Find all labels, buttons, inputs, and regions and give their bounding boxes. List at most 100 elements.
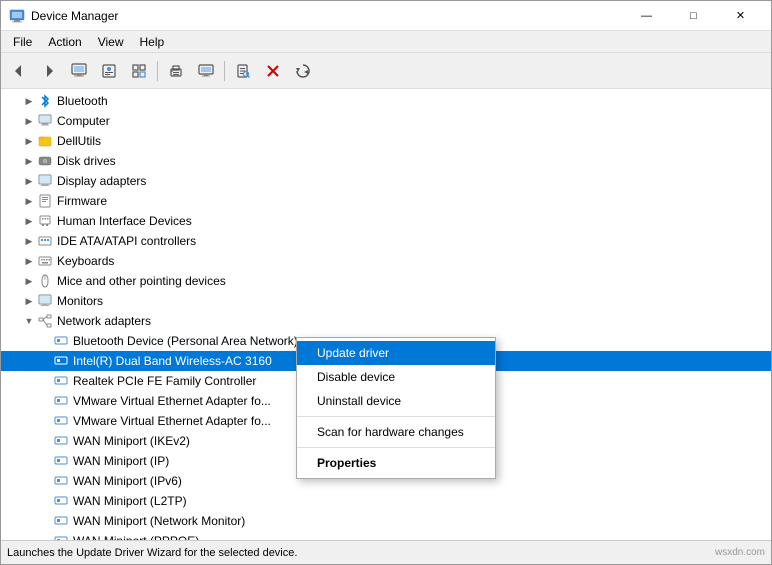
status-bar: Launches the Update Driver Wizard for th… (1, 540, 771, 564)
status-right: wsxdn.com (715, 547, 765, 558)
minimize-button[interactable]: — (624, 5, 669, 27)
ide-label: IDE ATA/ATAPI controllers (57, 234, 196, 248)
keyboards-label: Keyboards (57, 254, 114, 268)
computer-label: Computer (57, 114, 110, 128)
update-button[interactable] (289, 57, 317, 85)
expand-ide[interactable]: ▶ (21, 233, 37, 249)
toolbar (1, 53, 771, 89)
tree-item-wan-netmon[interactable]: ▶ WAN Miniport (Network Monitor) (1, 511, 771, 531)
menu-action[interactable]: Action (40, 33, 89, 51)
ctx-sep-1 (297, 416, 495, 417)
computer-icon (37, 113, 53, 129)
wan-ip-label: WAN Miniport (IP) (73, 454, 169, 468)
tree-item-firmware[interactable]: ▶ Firmware (1, 191, 771, 211)
wan-l2tp-label: WAN Miniport (L2TP) (73, 494, 187, 508)
tree-item-disk-drives[interactable]: ▶ Disk drives (1, 151, 771, 171)
wan-netmon-label: WAN Miniport (Network Monitor) (73, 514, 245, 528)
expand-hid[interactable]: ▶ (21, 213, 37, 229)
ctx-update-driver[interactable]: Update driver (297, 341, 495, 365)
bluetooth-icon (37, 93, 53, 109)
back-button[interactable] (5, 57, 33, 85)
properties-button[interactable] (95, 57, 123, 85)
remove-device-button[interactable] (259, 57, 287, 85)
tree-item-hid[interactable]: ▶ Human Interface Devices (1, 211, 771, 231)
vmware-eth2-icon (53, 413, 69, 429)
tree-item-ide[interactable]: ▶ IDE ATA/ATAPI controllers (1, 231, 771, 251)
expand-disk-drives[interactable]: ▶ (21, 153, 37, 169)
tree-item-wan-l2tp[interactable]: ▶ WAN Miniport (L2TP) (1, 491, 771, 511)
expand-monitors[interactable]: ▶ (21, 293, 37, 309)
hid-icon (37, 213, 53, 229)
realtek-icon (53, 373, 69, 389)
expand-display-adapters[interactable]: ▶ (21, 173, 37, 189)
ctx-sep-2 (297, 447, 495, 448)
expand-dellutils[interactable]: ▶ (21, 133, 37, 149)
dellutils-icon (37, 133, 53, 149)
vmware-eth2-label: VMware Virtual Ethernet Adapter fo... (73, 414, 271, 428)
forward-button[interactable] (35, 57, 63, 85)
monitor-button[interactable] (192, 57, 220, 85)
menu-help[interactable]: Help (132, 33, 173, 51)
monitors-label: Monitors (57, 294, 103, 308)
display-adapters-label: Display adapters (57, 174, 146, 188)
toolbar-sep-1 (157, 61, 158, 81)
ctx-disable-device[interactable]: Disable device (297, 365, 495, 389)
title-controls: — □ ✕ (624, 5, 763, 27)
menu-file[interactable]: File (5, 33, 40, 51)
vmware-eth1-icon (53, 393, 69, 409)
vmware-eth1-label: VMware Virtual Ethernet Adapter fo... (73, 394, 271, 408)
mice-icon (37, 273, 53, 289)
print-button[interactable] (162, 57, 190, 85)
main-area: ▶ Bluetooth ▶ (1, 89, 771, 540)
wan-pppoe-label: WAN Miniport (PPPOE) (73, 534, 199, 540)
firmware-icon (37, 193, 53, 209)
menu-bar: File Action View Help (1, 31, 771, 53)
disk-drives-label: Disk drives (57, 154, 116, 168)
expand-firmware[interactable]: ▶ (21, 193, 37, 209)
device-manager-button[interactable] (125, 57, 153, 85)
realtek-label: Realtek PCIe FE Family Controller (73, 374, 256, 388)
disk-drives-icon (37, 153, 53, 169)
tree-item-mice[interactable]: ▶ Mice and other pointing devices (1, 271, 771, 291)
wan-ikev2-icon (53, 433, 69, 449)
close-button[interactable]: ✕ (718, 5, 763, 27)
tree-item-keyboards[interactable]: ▶ Keyboards (1, 251, 771, 271)
wan-ipv6-icon (53, 473, 69, 489)
tree-item-dellutils[interactable]: ▶ DellUtils (1, 131, 771, 151)
expand-bluetooth[interactable]: ▶ (21, 93, 37, 109)
maximize-button[interactable]: □ (671, 5, 716, 27)
wan-netmon-icon (53, 513, 69, 529)
tree-item-computer[interactable]: ▶ Computer (1, 111, 771, 131)
display-adapters-icon (37, 173, 53, 189)
mice-label: Mice and other pointing devices (57, 274, 226, 288)
tree-item-bluetooth[interactable]: ▶ Bluetooth (1, 91, 771, 111)
tree-item-network-adapters[interactable]: ▼ Network adapters (1, 311, 771, 331)
wan-ipv6-label: WAN Miniport (IPv6) (73, 474, 182, 488)
expand-computer[interactable]: ▶ (21, 113, 37, 129)
hid-label: Human Interface Devices (57, 214, 192, 228)
status-text: Launches the Update Driver Wizard for th… (7, 547, 297, 559)
expand-mice[interactable]: ▶ (21, 273, 37, 289)
device-manager-window: Device Manager — □ ✕ File Action View He… (0, 0, 772, 565)
ctx-scan-changes[interactable]: Scan for hardware changes (297, 420, 495, 444)
bluetooth-pan-icon (53, 333, 69, 349)
expand-keyboards[interactable]: ▶ (21, 253, 37, 269)
tree-item-monitors[interactable]: ▶ Monitors (1, 291, 771, 311)
wan-ip-icon (53, 453, 69, 469)
network-adapters-icon (37, 313, 53, 329)
intel-wifi-label: Intel(R) Dual Band Wireless-AC 3160 (73, 354, 272, 368)
scan-button[interactable] (229, 57, 257, 85)
tree-item-wan-pppoe[interactable]: ▶ WAN Miniport (PPPOE) (1, 531, 771, 540)
ctx-uninstall-device[interactable]: Uninstall device (297, 389, 495, 413)
keyboards-icon (37, 253, 53, 269)
wan-l2tp-icon (53, 493, 69, 509)
title-bar: Device Manager — □ ✕ (1, 1, 771, 31)
tree-item-display-adapters[interactable]: ▶ Display adapters (1, 171, 771, 191)
bluetooth-pan-label: Bluetooth Device (Personal Area Network) (73, 334, 298, 348)
wan-pppoe-icon (53, 533, 69, 540)
expand-network-adapters[interactable]: ▼ (21, 313, 37, 329)
menu-view[interactable]: View (90, 33, 132, 51)
bluetooth-label: Bluetooth (57, 94, 108, 108)
ctx-properties[interactable]: Properties (297, 451, 495, 475)
computer-button[interactable] (65, 57, 93, 85)
